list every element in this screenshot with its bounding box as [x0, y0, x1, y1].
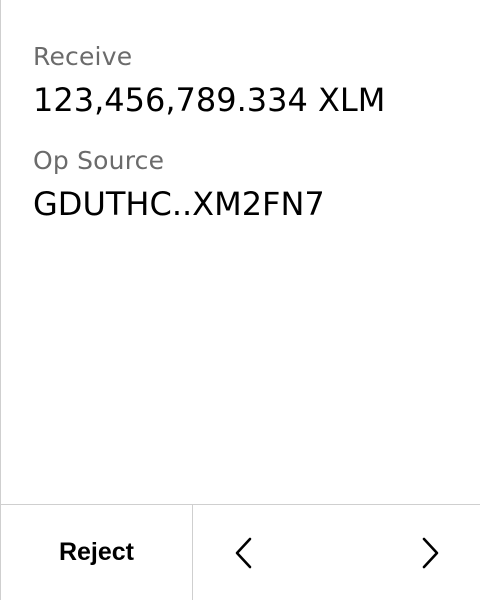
reject-button[interactable]: Reject: [1, 505, 193, 600]
review-content: Receive 123,456,789.334 XLM Op Source GD…: [1, 0, 480, 504]
next-button[interactable]: [400, 505, 460, 600]
previous-button[interactable]: [214, 505, 274, 600]
chevron-right-icon: [422, 537, 439, 568]
device-screen: Receive 123,456,789.334 XLM Op Source GD…: [0, 0, 480, 600]
chevron-left-icon: [235, 537, 252, 568]
receive-amount: 123,456,789.334 XLM: [33, 81, 386, 119]
op-source-address: GDUTHC..XM2FN7: [33, 185, 325, 223]
op-source-label: Op Source: [33, 146, 165, 175]
action-bar: Reject: [1, 504, 480, 600]
receive-label: Receive: [33, 42, 133, 71]
navigation-area: [193, 505, 480, 600]
